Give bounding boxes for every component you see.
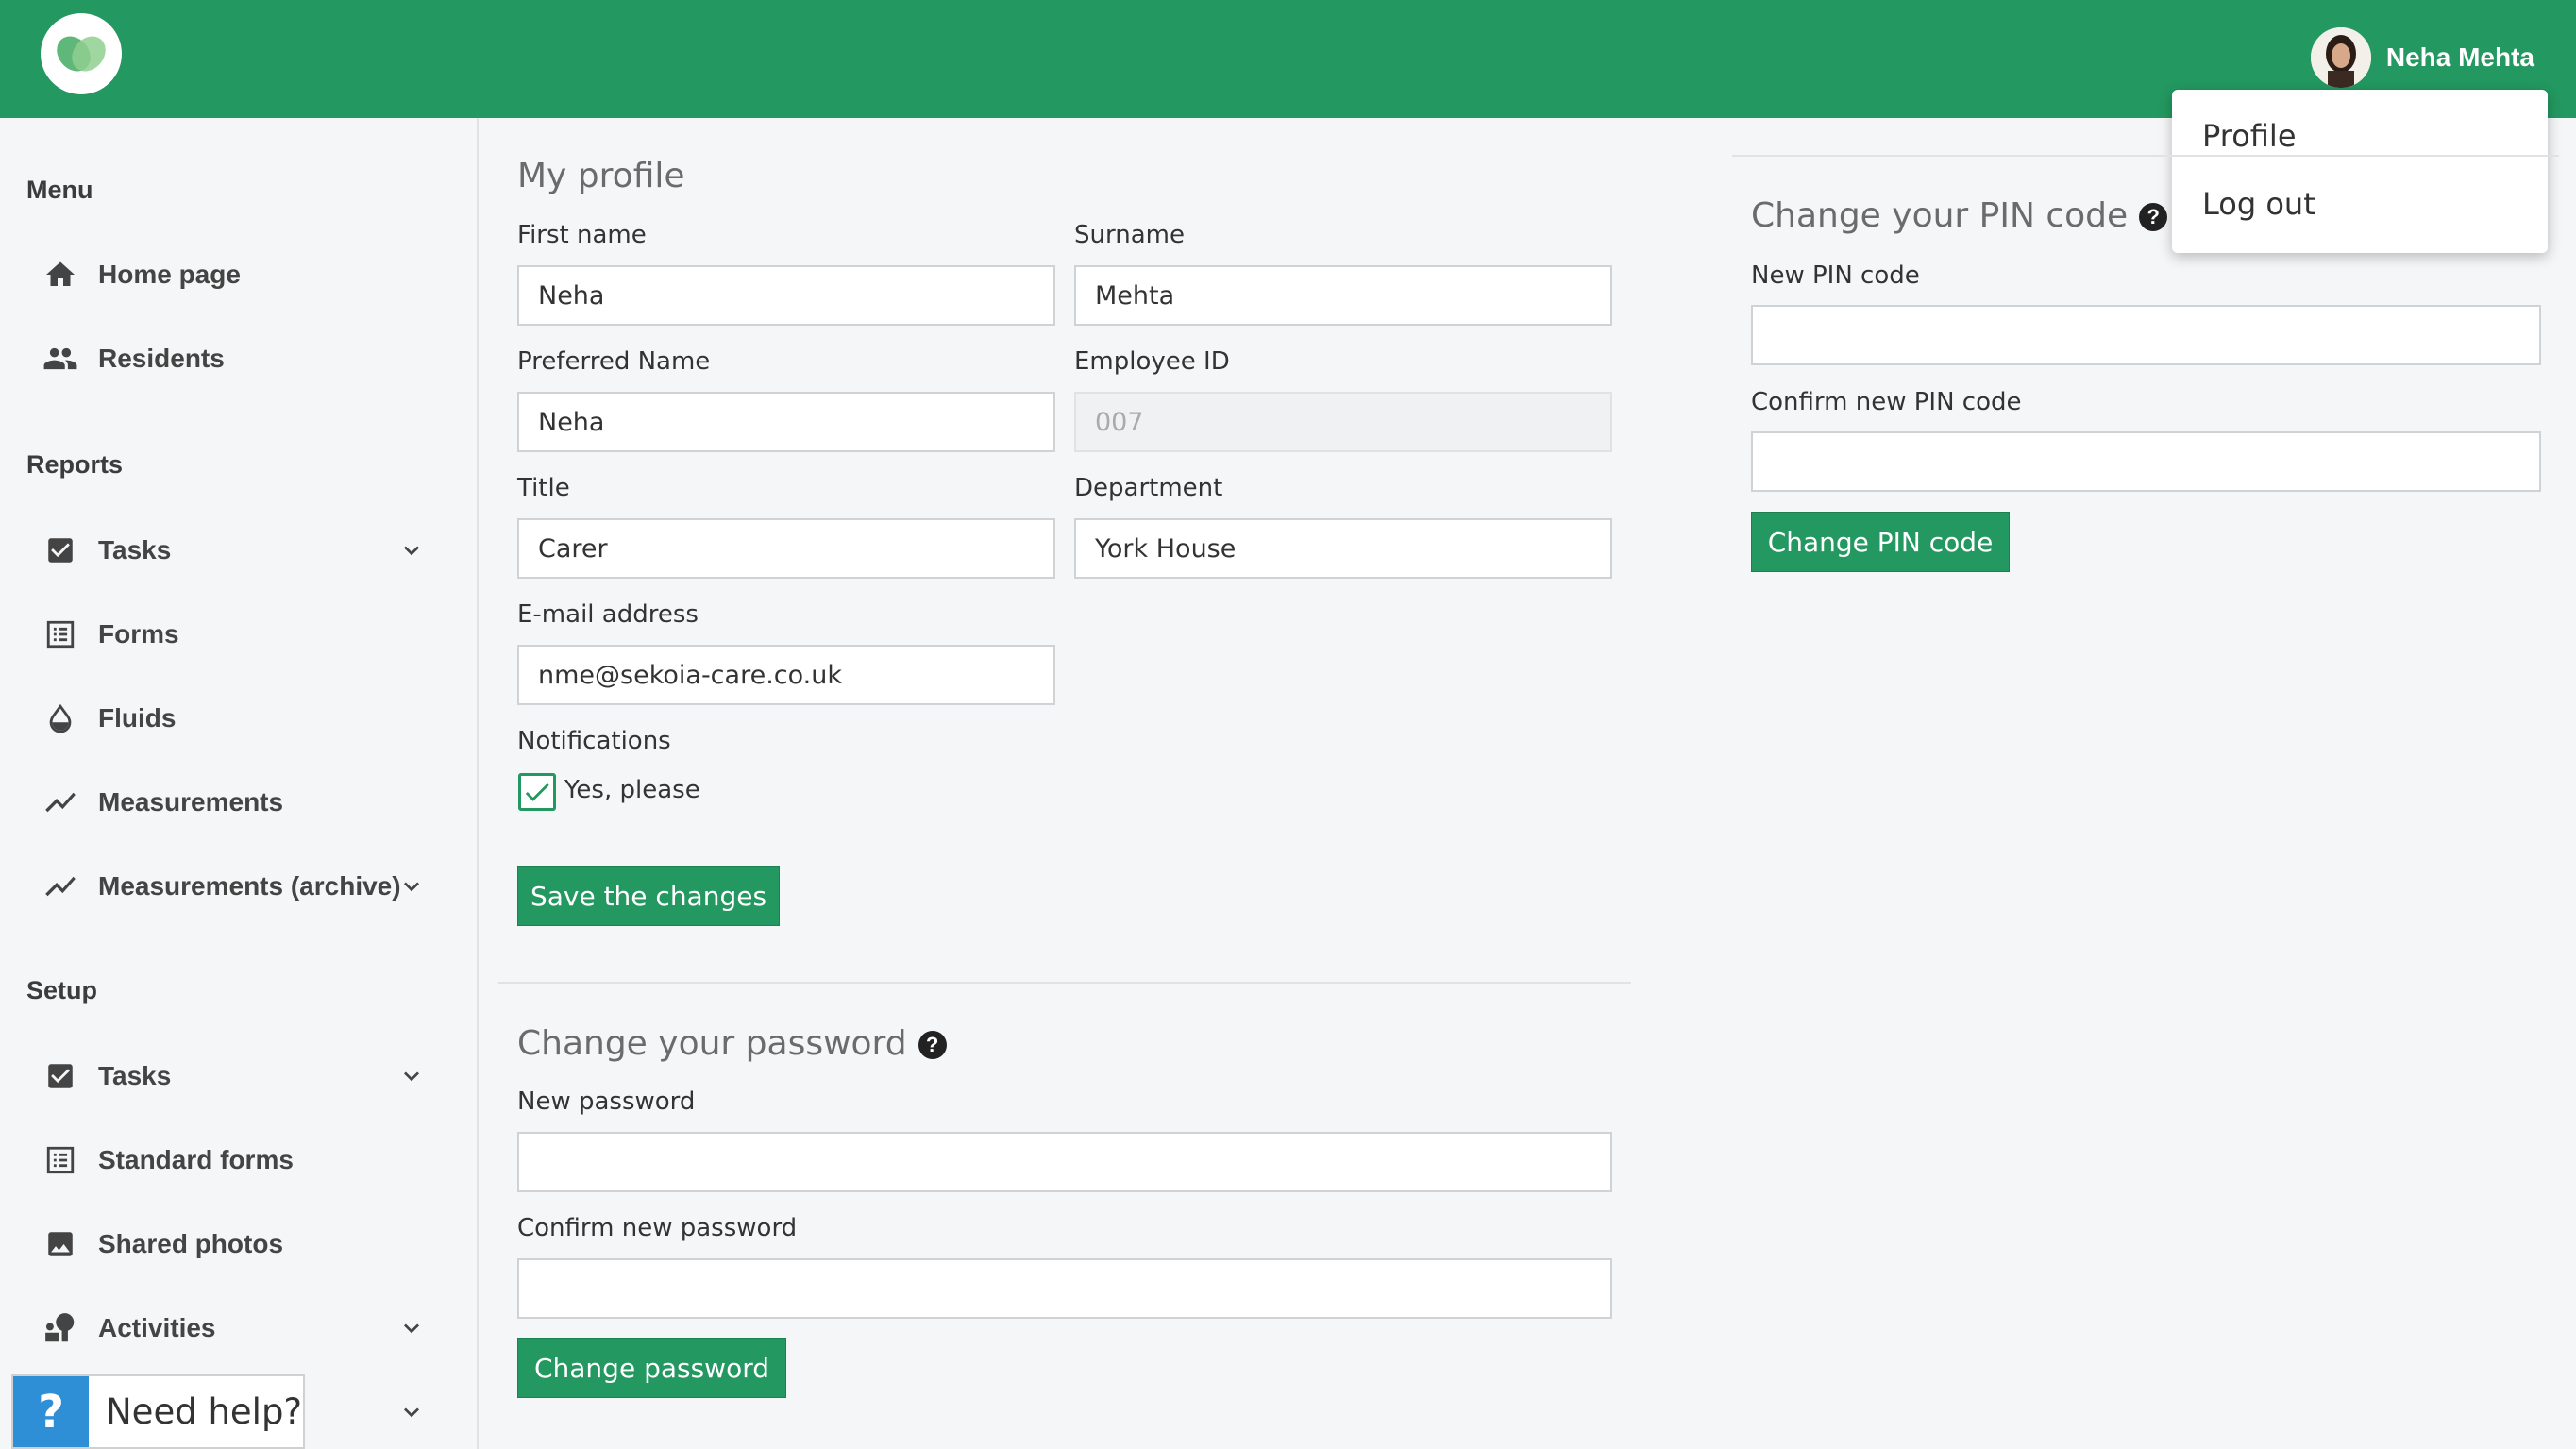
reports-heading: Reports xyxy=(26,450,124,479)
sidebar-item-home[interactable]: Home page xyxy=(42,246,438,303)
setup-heading: Setup xyxy=(26,976,98,1004)
first-name-field[interactable]: Neha xyxy=(517,265,1055,326)
new-pin-field[interactable] xyxy=(1751,305,2541,365)
list-icon xyxy=(42,615,79,653)
sidebar-item-forms[interactable]: Forms xyxy=(42,606,438,663)
sidebar-item-label: Home page xyxy=(98,260,241,289)
save-changes-button[interactable]: Save the changes xyxy=(517,866,780,926)
sidebar-item-label: Residents xyxy=(98,344,225,373)
sidebar-item-label: Fluids xyxy=(98,703,177,733)
need-help-button[interactable]: ? Need help? xyxy=(11,1374,305,1449)
sidebar-item-label: Activities xyxy=(98,1313,216,1342)
sidebar-item-label: Measurements xyxy=(98,787,284,817)
preferred-name-field[interactable]: Neha xyxy=(517,392,1055,452)
pin-divider xyxy=(1732,155,2559,157)
sidebar-item-label: Shared photos xyxy=(98,1229,284,1258)
surname-label: Surname xyxy=(1074,221,1185,249)
sidebar-item-label: Measurements (archive) xyxy=(98,871,401,901)
sidebar-item-report-tasks[interactable]: Tasks xyxy=(42,522,438,579)
new-pin-label: New PIN code xyxy=(1751,261,1920,290)
new-password-label: New password xyxy=(517,1087,696,1116)
page-title: My profile xyxy=(517,157,685,195)
avatar xyxy=(2310,27,2371,88)
title-field[interactable]: Carer xyxy=(517,518,1055,579)
sidebar-item-setup-tasks[interactable]: Tasks xyxy=(42,1048,438,1104)
surname-field[interactable]: Mehta xyxy=(1074,265,1612,326)
chevron-down-icon[interactable] xyxy=(396,1313,427,1343)
notifications-checkbox[interactable] xyxy=(518,773,556,811)
trend-icon xyxy=(42,868,79,905)
need-help-label: Need help? xyxy=(106,1391,303,1432)
chevron-down-icon[interactable] xyxy=(396,1061,427,1091)
employee-id-label: Employee ID xyxy=(1074,347,1230,376)
help-circle-icon[interactable]: ? xyxy=(2139,203,2168,231)
sidebar-item-residents[interactable]: Residents xyxy=(42,330,438,387)
sidebar: Menu Home page Residents Reports Tasks F… xyxy=(0,118,479,1449)
department-label: Department xyxy=(1074,474,1223,502)
change-password-title-text: Change your password xyxy=(517,1024,907,1063)
title-label: Title xyxy=(517,474,570,502)
user-name: Neha Mehta xyxy=(2385,42,2534,72)
check-icon xyxy=(525,783,549,801)
chevron-down-icon[interactable] xyxy=(396,871,427,901)
change-password-title: Change your password? xyxy=(517,1024,947,1063)
sidebar-item-measurements[interactable]: Measurements xyxy=(42,774,438,831)
change-password-button[interactable]: Change password xyxy=(517,1338,786,1398)
heart-logo-icon xyxy=(57,36,106,72)
department-field[interactable]: York House xyxy=(1074,518,1612,579)
sidebar-item-fluids[interactable]: Fluids xyxy=(42,690,438,747)
app-logo[interactable] xyxy=(41,13,122,94)
sidebar-item-activities[interactable]: Activities xyxy=(42,1300,438,1356)
menu-heading: Menu xyxy=(26,176,93,204)
list-icon xyxy=(42,1141,79,1179)
confirm-password-label: Confirm new password xyxy=(517,1214,798,1242)
email-field[interactable]: nme@sekoia-care.co.uk xyxy=(517,645,1055,705)
preferred-name-label: Preferred Name xyxy=(517,347,711,376)
email-label: E-mail address xyxy=(517,600,699,629)
activity-icon xyxy=(42,1309,79,1347)
dropdown-item-logout[interactable]: Log out xyxy=(2202,186,2315,222)
confirm-password-field[interactable] xyxy=(517,1258,1612,1319)
dropdown-item-profile[interactable]: Profile xyxy=(2202,118,2297,154)
confirm-pin-field[interactable] xyxy=(1751,431,2541,492)
help-circle-icon[interactable]: ? xyxy=(918,1031,947,1059)
confirm-pin-label: Confirm new PIN code xyxy=(1751,388,2022,416)
sidebar-item-measurements-archive[interactable]: Measurements (archive) xyxy=(42,858,438,915)
chevron-down-icon[interactable] xyxy=(396,1397,427,1427)
sidebar-item-standard-forms[interactable]: Standard forms xyxy=(42,1132,438,1188)
trend-icon xyxy=(42,783,79,821)
checkbox-icon xyxy=(42,1057,79,1095)
notifications-option-label[interactable]: Yes, please xyxy=(564,776,700,804)
section-divider xyxy=(498,982,1631,984)
chevron-down-icon[interactable] xyxy=(396,535,427,565)
sidebar-item-shared-photos[interactable]: Shared photos xyxy=(42,1216,438,1272)
sidebar-item-label: Standard forms xyxy=(98,1145,294,1174)
new-password-field[interactable] xyxy=(517,1132,1612,1192)
help-icon: ? xyxy=(13,1376,89,1447)
first-name-label: First name xyxy=(517,221,647,249)
home-icon xyxy=(42,256,79,294)
sidebar-item-label: Tasks xyxy=(98,1061,172,1090)
checkbox-icon xyxy=(42,531,79,569)
change-pin-title-text: Change your PIN code xyxy=(1751,196,2129,235)
sidebar-item-label: Tasks xyxy=(98,535,172,564)
drop-icon xyxy=(42,699,79,737)
user-menu[interactable]: Neha Mehta xyxy=(2310,25,2534,90)
people-icon xyxy=(42,340,79,378)
image-icon xyxy=(42,1225,79,1263)
sidebar-item-label: Forms xyxy=(98,619,179,649)
employee-id-field: 007 xyxy=(1074,392,1612,452)
change-pin-button[interactable]: Change PIN code xyxy=(1751,512,2010,572)
change-pin-title: Change your PIN code? xyxy=(1751,196,2168,235)
user-dropdown: Profile Log out xyxy=(2172,90,2548,253)
notifications-label: Notifications xyxy=(517,727,671,755)
